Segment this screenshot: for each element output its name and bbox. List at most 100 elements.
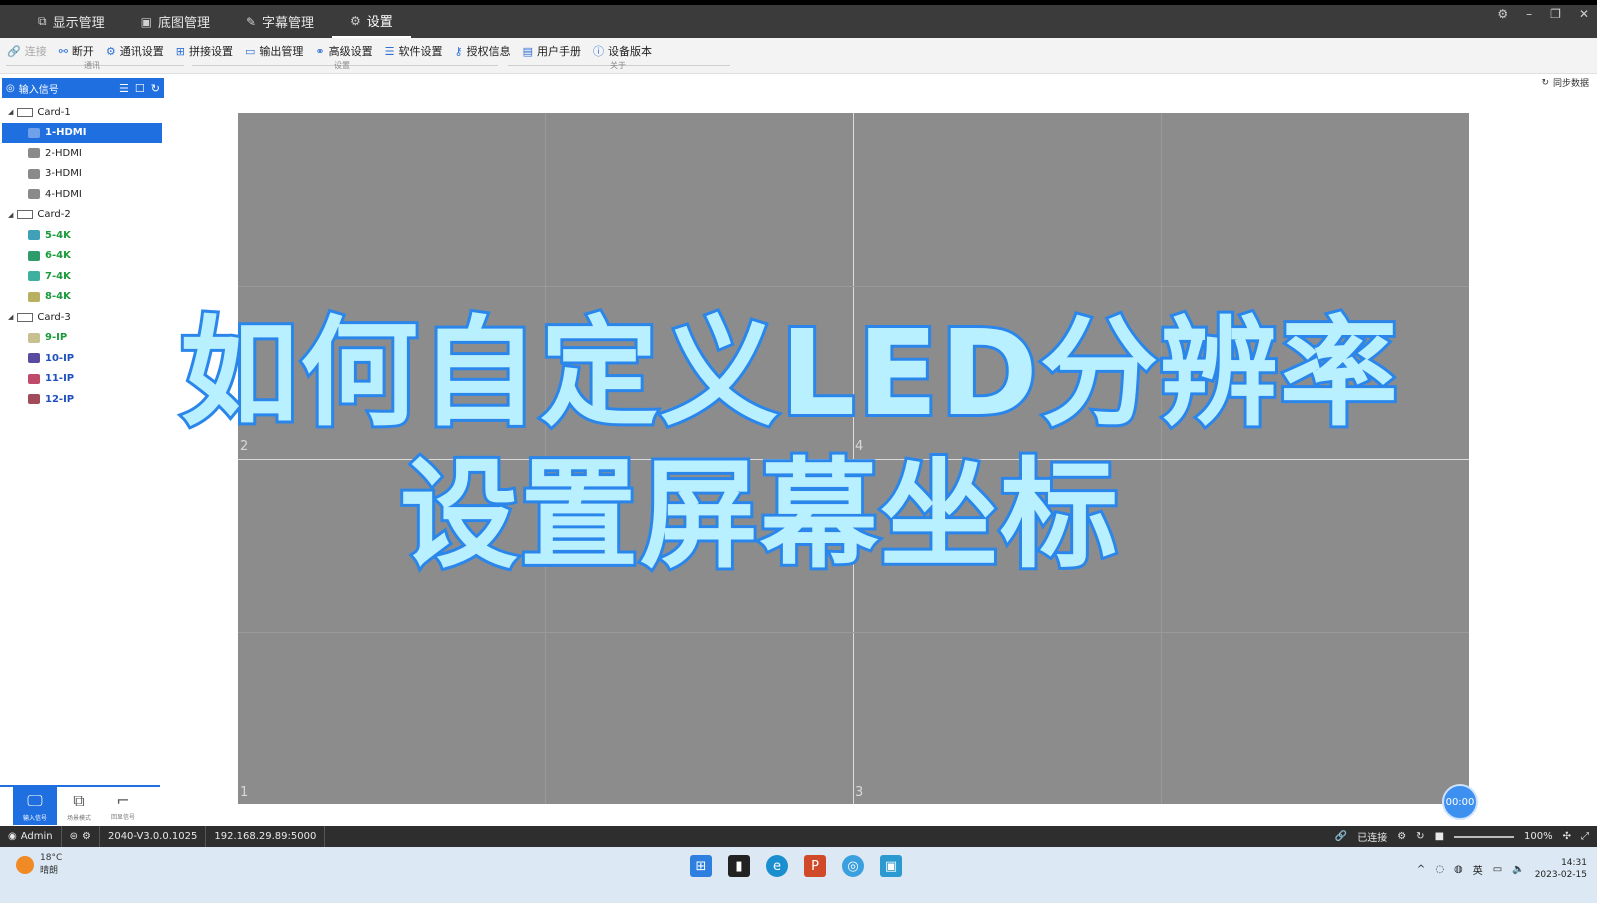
powerpoint-icon[interactable]: P — [804, 855, 826, 877]
edge-browser-icon[interactable]: e — [766, 855, 788, 877]
start-icon[interactable]: ⊞ — [690, 855, 712, 877]
tree-item-4-hdmi[interactable]: 4-HDMI — [0, 184, 166, 205]
tree-card-2[interactable]: ◢ Card-2 — [0, 205, 166, 226]
monitor-icon: 🖵 — [27, 790, 43, 810]
btab-label: 回显信号 — [110, 814, 135, 821]
app-window-icon[interactable]: ▣ — [880, 855, 902, 877]
gear-icon: ⚙ — [350, 13, 361, 28]
item-label: 6-4K — [45, 250, 71, 262]
collapse-icon[interactable]: ◢ — [8, 211, 13, 219]
tray-app-icon[interactable]: ◍ — [1454, 864, 1463, 875]
sliders-icon: ☰ — [384, 44, 395, 58]
tile-view-icon[interactable]: ☐ — [135, 82, 145, 95]
link-icon: ⚭ — [315, 44, 325, 58]
close-icon[interactable]: ✕ — [1579, 7, 1589, 21]
file-explorer-icon[interactable]: ▮ — [728, 855, 750, 877]
stop-icon[interactable]: ■ — [1435, 831, 1444, 842]
tree-item-6-4k[interactable]: 6-4K — [0, 246, 166, 267]
address-label: 192.168.29.89:5000 — [206, 826, 326, 847]
card-label: Card-3 — [37, 311, 71, 323]
gear-icon[interactable]: ⚙ — [1397, 831, 1406, 842]
clock-date: 2023-02-15 — [1534, 870, 1587, 880]
card-label: Card-1 — [37, 106, 71, 118]
ribbon-toolbar: 🔗 连接 ⚯ 断开 ⚙ 通讯设置 ⊞ 拼接设置 ▭ 输出管理 ⚭ 高级设置 ☰ 软件设置 ⚷ 授… — [0, 38, 1597, 74]
tab-echo-signal[interactable]: ⌐ 回显信号 — [101, 787, 145, 825]
tab-label: 底图管理 — [157, 16, 210, 31]
quadrant-number: 1 — [240, 785, 249, 800]
device-version-button[interactable]: ⓘ 设备版本 — [590, 42, 655, 60]
lock-icon[interactable]: ⊜ — [70, 831, 78, 842]
user-manual-button[interactable]: ▤ 用户手册 — [520, 42, 584, 60]
tab-label: 设置 — [366, 15, 393, 30]
tray-app-icon[interactable]: ◌ — [1435, 864, 1444, 875]
restore-icon[interactable]: ❐ — [1550, 7, 1561, 21]
connect-button[interactable]: 🔗 连接 — [4, 42, 50, 60]
splice-settings-button[interactable]: ⊞ 拼接设置 — [173, 42, 236, 60]
refresh-icon[interactable]: ↻ — [1416, 831, 1424, 842]
comm-settings-label: 通讯设置 — [119, 45, 164, 58]
app-icon[interactable]: ◎ — [842, 855, 864, 877]
user-status[interactable]: ◉ Admin — [0, 826, 62, 847]
tab-display-management[interactable]: ⧉ 显示管理 — [20, 5, 123, 38]
tab-image-management[interactable]: ▣ 底图管理 — [123, 5, 228, 38]
4k-icon — [28, 271, 40, 282]
timer-button[interactable]: 00:00 — [1442, 784, 1478, 820]
tree-item-1-hdmi[interactable]: 1-HDMI — [2, 122, 162, 143]
hdmi-icon — [28, 189, 40, 200]
tree-card-1[interactable]: ◢ Card-1 — [0, 102, 166, 123]
camera-icon — [28, 394, 40, 405]
tree-item-7-4k[interactable]: 7-4K — [0, 266, 166, 287]
clock[interactable]: 14:31 2023-02-15 — [1535, 857, 1587, 881]
user-label: Admin — [20, 831, 53, 842]
info-icon: ⓘ — [592, 45, 604, 58]
license-info-label: 授权信息 — [466, 45, 511, 58]
disconnect-label: 断开 — [71, 45, 94, 58]
collapse-icon[interactable]: ◢ — [8, 108, 13, 116]
output-icon: ▭ — [245, 44, 256, 58]
link-icon: 🔗 — [1334, 831, 1348, 842]
hdmi-icon — [28, 127, 40, 138]
item-label: 2-HDMI — [45, 147, 82, 159]
camera-icon — [28, 373, 40, 384]
license-info-button[interactable]: ⚷ 授权信息 — [452, 42, 514, 60]
status-right: 🔗 已连接 ⚙ ↻ ■ 100% ✣ ⤢ — [1335, 829, 1597, 844]
software-settings-button[interactable]: ☰ 软件设置 — [382, 42, 446, 60]
weather-icon — [16, 855, 34, 874]
tree-item-2-hdmi[interactable]: 2-HDMI — [0, 143, 166, 164]
camera-icon — [28, 353, 40, 364]
panel-title: 输入信号 — [18, 84, 59, 96]
pen-icon: ✎ — [245, 14, 257, 29]
collapse-icon[interactable]: ◢ — [8, 313, 13, 321]
card-icon — [17, 107, 34, 117]
gear-icon[interactable]: ⚙ — [82, 831, 91, 842]
fit-icon[interactable]: ✣ — [1563, 831, 1571, 842]
minimize-icon[interactable]: – — [1526, 7, 1532, 21]
group-label-comm: 通讯 — [84, 61, 100, 70]
output-management-button[interactable]: ▭ 输出管理 — [242, 42, 306, 60]
disconnect-button[interactable]: ⚯ 断开 — [56, 42, 97, 60]
comm-settings-button[interactable]: ⚙ 通讯设置 — [103, 42, 167, 60]
zoom-slider[interactable] — [1454, 835, 1515, 838]
settings-icon[interactable]: ⚙ — [1497, 7, 1508, 21]
input-language[interactable]: 英 — [1473, 862, 1483, 877]
chevron-up-icon[interactable]: ^ — [1417, 864, 1425, 875]
tab-scene-mode[interactable]: ⧉ 场景模式 — [57, 787, 101, 825]
tab-input-signal[interactable]: 🖵 输入信号 — [13, 787, 57, 825]
tree-item-3-hdmi[interactable]: 3-HDMI — [0, 164, 166, 185]
refresh-icon[interactable]: ↻ — [151, 82, 160, 95]
volume-icon[interactable]: 🔈 — [1512, 864, 1524, 875]
splice-settings-label: 拼接设置 — [189, 45, 234, 58]
fullscreen-icon[interactable]: ⤢ — [1581, 831, 1589, 842]
advanced-settings-button[interactable]: ⚭ 高级设置 — [312, 42, 375, 60]
sync-data-button[interactable]: ↻ 同步数据 — [1541, 76, 1589, 90]
network-icon[interactable]: ▭ — [1493, 864, 1502, 875]
tab-settings[interactable]: ⚙ 设置 — [332, 5, 411, 38]
weather-widget[interactable]: 18°C 晴朗 — [16, 853, 62, 876]
tree-item-5-4k[interactable]: 5-4K — [0, 225, 166, 246]
group-label-settings: 设置 — [334, 61, 350, 70]
list-view-icon[interactable]: ☰ — [119, 82, 129, 95]
hdmi-icon — [28, 168, 40, 179]
tab-subtitle-management[interactable]: ✎ 字幕管理 — [228, 5, 332, 38]
connection-status: 已连接 — [1357, 833, 1388, 844]
output-management-label: 输出管理 — [259, 45, 304, 58]
